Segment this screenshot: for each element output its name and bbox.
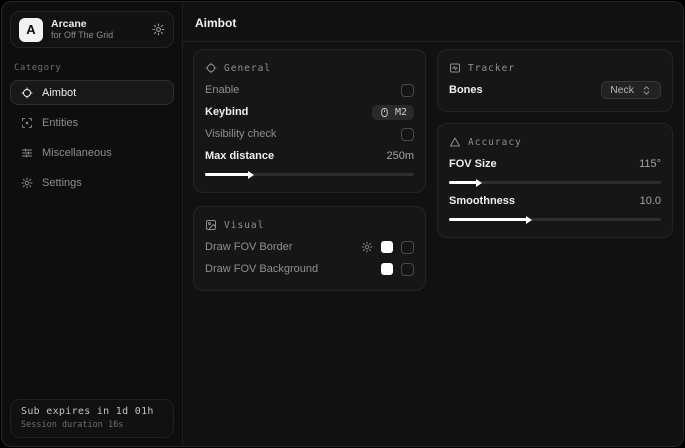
row-draw-fov-background: Draw FOV Background <box>205 258 414 280</box>
max-distance-value: 250m <box>386 150 414 162</box>
sidebar-item-settings[interactable]: Settings <box>10 170 174 195</box>
divider <box>183 41 683 42</box>
sidebar-item-aimbot[interactable]: Aimbot <box>10 80 174 105</box>
row-enable: Enable <box>205 79 414 101</box>
row-visibility-check: Visibility check <box>205 123 414 145</box>
card-title: General <box>224 63 271 74</box>
gear-icon[interactable] <box>361 241 373 253</box>
draw-fov-background-label: Draw FOV Background <box>205 263 318 275</box>
card-general-header: General <box>205 59 414 79</box>
card-visual-header: Visual <box>205 216 414 236</box>
chevrons-up-down-icon <box>641 85 652 96</box>
keybind-value: M2 <box>395 107 407 118</box>
card-accuracy-header: Accuracy <box>449 133 661 153</box>
fov-size-slider[interactable] <box>449 181 661 184</box>
row-keybind: Keybind M2 <box>205 101 414 123</box>
card-tracker: Tracker Bones Neck <box>437 49 673 112</box>
row-smoothness: Smoothness 10.0 <box>449 190 661 212</box>
visibility-check-label: Visibility check <box>205 128 276 140</box>
page-title: Aimbot <box>193 13 675 41</box>
crosshair-icon <box>21 87 33 99</box>
card-title: Tracker <box>468 63 515 74</box>
scan-eye-icon <box>21 117 33 129</box>
activity-icon <box>449 62 461 74</box>
max-distance-slider[interactable] <box>205 173 414 176</box>
fov-size-value: 115° <box>639 158 661 170</box>
image-icon <box>205 219 217 231</box>
slider-fill <box>449 181 477 184</box>
slider-fill <box>449 218 527 221</box>
sidebar-item-label: Aimbot <box>42 87 76 99</box>
crosshair-icon <box>205 62 217 74</box>
smoothness-value: 10.0 <box>640 195 661 207</box>
fov-size-label: FOV Size <box>449 158 497 170</box>
max-distance-label: Max distance <box>205 150 274 162</box>
gear-icon[interactable] <box>152 23 165 36</box>
sidebar: A Arcane for Off The Grid Category <box>2 2 183 446</box>
gear-icon <box>21 177 33 189</box>
sidebar-item-miscellaneous[interactable]: Miscellaneous <box>10 140 174 165</box>
triangle-icon <box>449 136 461 148</box>
draw-fov-border-label: Draw FOV Border <box>205 241 292 253</box>
smoothness-label: Smoothness <box>449 195 515 207</box>
row-fov-size: FOV Size 115° <box>449 153 661 175</box>
fov-border-color-swatch[interactable] <box>381 241 393 253</box>
logo-card: A Arcane for Off The Grid <box>10 11 174 48</box>
row-max-distance: Max distance 250m <box>205 145 414 167</box>
row-bones: Bones Neck <box>449 79 661 101</box>
visibility-check-checkbox[interactable] <box>401 128 414 141</box>
smoothness-slider[interactable] <box>449 218 661 221</box>
app-name: Arcane <box>51 18 144 30</box>
card-title: Accuracy <box>468 137 522 148</box>
app-title-block: Arcane for Off The Grid <box>51 18 144 40</box>
card-title: Visual <box>224 220 264 231</box>
sub-expiry-text: Sub expires in 1d 01h <box>21 406 163 417</box>
main-panel: Aimbot General <box>183 2 683 446</box>
sidebar-item-label: Settings <box>42 177 82 189</box>
mouse-icon <box>379 107 390 118</box>
category-label: Category <box>14 63 170 73</box>
card-accuracy: Accuracy FOV Size 115° Smoothness 10.0 <box>437 123 673 238</box>
bones-selected-value: Neck <box>610 84 634 96</box>
session-duration-text: Session duration 16s <box>21 420 163 430</box>
slider-fill <box>205 173 249 176</box>
sidebar-item-entities[interactable]: Entities <box>10 110 174 135</box>
row-draw-fov-border: Draw FOV Border <box>205 236 414 258</box>
keybind-label: Keybind <box>205 106 248 118</box>
sidebar-item-label: Miscellaneous <box>42 147 112 159</box>
app-window: A Arcane for Off The Grid Category <box>1 1 684 447</box>
slider-thumb[interactable] <box>248 171 254 179</box>
enable-label: Enable <box>205 84 239 96</box>
app-subtitle: for Off The Grid <box>51 30 144 40</box>
card-tracker-header: Tracker <box>449 59 661 79</box>
draw-fov-border-checkbox[interactable] <box>401 241 414 254</box>
card-general: General Enable Keybind <box>193 49 426 193</box>
slider-thumb[interactable] <box>476 179 482 187</box>
draw-fov-background-checkbox[interactable] <box>401 263 414 276</box>
fov-background-color-swatch[interactable] <box>381 263 393 275</box>
subscription-info: Sub expires in 1d 01h Session duration 1… <box>10 399 174 438</box>
app-logo: A <box>19 18 43 42</box>
bones-select[interactable]: Neck <box>601 81 661 99</box>
enable-checkbox[interactable] <box>401 84 414 97</box>
sidebar-nav: Aimbot Entities Miscella <box>10 80 174 195</box>
sliders-icon <box>21 147 33 159</box>
keybind-button[interactable]: M2 <box>372 105 414 120</box>
slider-thumb[interactable] <box>526 216 532 224</box>
card-visual: Visual Draw FOV Border <box>193 206 426 291</box>
sidebar-item-label: Entities <box>42 117 78 129</box>
bones-label: Bones <box>449 84 483 96</box>
